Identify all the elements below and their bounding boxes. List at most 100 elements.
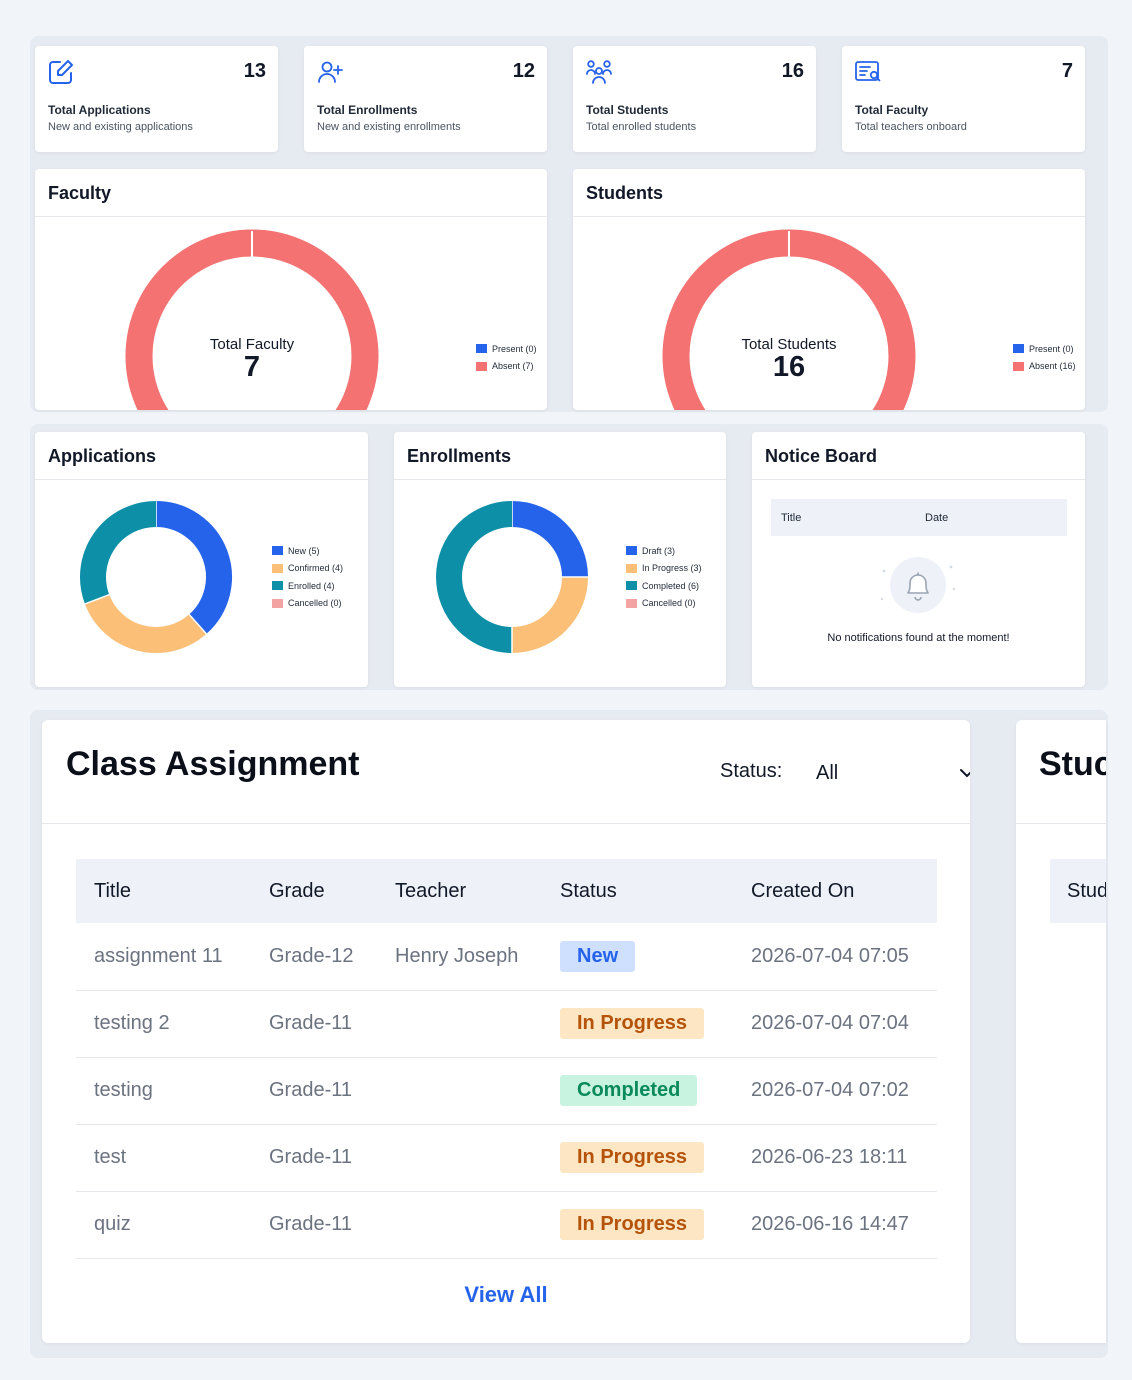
- students-legend: Present (0) Absent (16): [1013, 340, 1076, 375]
- cell-status: In Progress: [542, 990, 733, 1058]
- stat-label: Total Applications: [48, 103, 151, 117]
- stat-value: 7: [1061, 60, 1073, 82]
- student-table-header: Stud: [1050, 859, 1106, 923]
- status-filter-value: All: [816, 762, 839, 784]
- faculty-panel: Faculty Total Faculty 7 Present (0) Abse…: [35, 169, 547, 410]
- table-row[interactable]: assignment 11 Grade-12 Henry Joseph New …: [76, 923, 937, 991]
- notice-board-panel: Notice Board Title Date No notifications…: [752, 432, 1085, 687]
- bell-icon: [880, 557, 956, 613]
- status-badge: In Progress: [560, 1209, 705, 1240]
- stat-subtitle: New and existing enrollments: [317, 121, 461, 133]
- status-filter-select[interactable]: All: [808, 756, 970, 790]
- cell-grade: Grade-11: [251, 1124, 377, 1192]
- legend-item[interactable]: Present (0): [1013, 340, 1076, 358]
- stat-card-enrollments[interactable]: 12 Total Enrollments New and existing en…: [304, 46, 547, 152]
- cell-grade: Grade-11: [251, 1057, 377, 1125]
- donut-slice-new[interactable]: [155, 501, 232, 634]
- column-date: Date: [925, 512, 949, 524]
- stat-label: Total Students: [586, 103, 669, 117]
- status-badge: In Progress: [560, 1142, 705, 1173]
- applications-panel: Applications New (5) Confirmed (4) Enrol…: [35, 432, 368, 687]
- header-divider: [1016, 823, 1106, 824]
- student-panel: Stuc Stud: [1016, 720, 1106, 1343]
- table-row[interactable]: quiz Grade-11 In Progress 2026-06-16 14:…: [76, 1191, 937, 1259]
- column-header[interactable]: Stud: [1067, 880, 1106, 903]
- legend-item[interactable]: Cancelled (0): [626, 595, 702, 613]
- cell-title: test: [76, 1124, 251, 1192]
- column-header[interactable]: Teacher: [377, 859, 542, 923]
- stat-subtitle: Total enrolled students: [586, 121, 697, 133]
- gauge-value: 16: [772, 351, 806, 383]
- cell-teacher: [377, 1191, 542, 1259]
- cell-grade: Grade-12: [251, 923, 377, 991]
- legend-item[interactable]: Cancelled (0): [272, 595, 343, 613]
- status-badge: New: [560, 940, 636, 972]
- table-row[interactable]: test Grade-11 In Progress 2026-06-23 18:…: [76, 1124, 937, 1192]
- students-gauge-ring: [662, 229, 916, 410]
- class-assignment-panel: Class Assignment Status: All Title Grade…: [42, 720, 970, 1343]
- gauge-value: 7: [243, 351, 261, 383]
- stat-label: Total Faculty: [855, 103, 929, 117]
- cell-status: Completed: [542, 1057, 733, 1125]
- cell-teacher: Henry Joseph: [377, 923, 542, 991]
- legend-item[interactable]: Confirmed (4): [272, 560, 343, 578]
- page-title: Class Assignment: [66, 745, 360, 783]
- cell-status: New: [542, 923, 733, 991]
- edit-icon: [49, 60, 73, 84]
- column-header[interactable]: Status: [542, 859, 733, 923]
- donut-slice-draft[interactable]: [511, 501, 588, 578]
- faculty-legend: Present (0) Absent (7): [476, 340, 537, 375]
- stat-card-applications[interactable]: 13 Total Applications New and existing a…: [35, 46, 278, 152]
- stat-subtitle: New and existing applications: [48, 121, 193, 133]
- cell-title: quiz: [76, 1191, 251, 1259]
- legend-item[interactable]: Absent (16): [1013, 358, 1076, 376]
- assignments-table: Title Grade Teacher Status Created On as…: [76, 859, 937, 1259]
- column-header[interactable]: Created On: [733, 859, 937, 923]
- table-row[interactable]: testing Grade-11 Completed 2026-07-04 07…: [76, 1057, 937, 1125]
- column-header[interactable]: Grade: [251, 859, 377, 923]
- cell-status: In Progress: [542, 1191, 733, 1259]
- stat-value: 16: [781, 60, 804, 82]
- applications-legend: New (5) Confirmed (4) Enrolled (4) Cance…: [272, 542, 343, 612]
- donut-slice-confirmed[interactable]: [84, 594, 207, 653]
- legend-item[interactable]: Completed (6): [626, 577, 702, 595]
- cell-teacher: [377, 1124, 542, 1192]
- legend-item[interactable]: Absent (7): [476, 358, 537, 376]
- cell-grade: Grade-11: [251, 1191, 377, 1259]
- stat-card-students[interactable]: 16 Total Students Total enrolled student…: [573, 46, 816, 152]
- legend-item[interactable]: Draft (3): [626, 542, 702, 560]
- cell-teacher: [377, 990, 542, 1058]
- view-all-link[interactable]: View All: [42, 1282, 970, 1308]
- chevron-down-icon: [960, 769, 970, 777]
- cell-created: 2026-06-16 14:47: [733, 1191, 937, 1259]
- column-header[interactable]: Title: [76, 859, 251, 923]
- cell-created: 2026-07-04 07:05: [733, 923, 937, 991]
- legend-item[interactable]: Present (0): [476, 340, 537, 358]
- donut-slice-completed[interactable]: [436, 501, 513, 653]
- legend-item[interactable]: New (5): [272, 542, 343, 560]
- donut-slice-in-progress[interactable]: [511, 576, 588, 653]
- header-divider: [42, 823, 970, 824]
- stat-subtitle: Total teachers onboard: [855, 121, 967, 133]
- cell-status: In Progress: [542, 1124, 733, 1192]
- table-row[interactable]: testing 2 Grade-11 In Progress 2026-07-0…: [76, 990, 937, 1058]
- cell-title: testing: [76, 1057, 251, 1125]
- panel-title: Notice Board: [752, 432, 1085, 480]
- empty-state-message: No notifications found at the moment!: [827, 632, 1010, 644]
- stat-card-faculty[interactable]: 7 Total Faculty Total teachers onboard: [842, 46, 1085, 152]
- notice-table-header: Title Date: [771, 499, 1067, 536]
- enrollments-legend: Draft (3) In Progress (3) Completed (6) …: [626, 542, 702, 612]
- table-header-row: Title Grade Teacher Status Created On: [76, 859, 937, 923]
- legend-item[interactable]: In Progress (3): [626, 560, 702, 578]
- user-plus-icon: [318, 61, 343, 83]
- status-badge: In Progress: [560, 1008, 705, 1039]
- stat-label: Total Enrollments: [317, 103, 418, 117]
- users-icon: [586, 60, 612, 84]
- cell-created: 2026-06-23 18:11: [733, 1124, 937, 1192]
- legend-item[interactable]: Enrolled (4): [272, 577, 343, 595]
- donut-slice-enrolled[interactable]: [80, 501, 157, 604]
- student-panel-title: Stuc: [1039, 745, 1106, 783]
- enrollments-panel: Enrollments Draft (3) In Progress (3) Co…: [394, 432, 726, 687]
- cell-grade: Grade-11: [251, 990, 377, 1058]
- id-card-icon: [855, 61, 881, 82]
